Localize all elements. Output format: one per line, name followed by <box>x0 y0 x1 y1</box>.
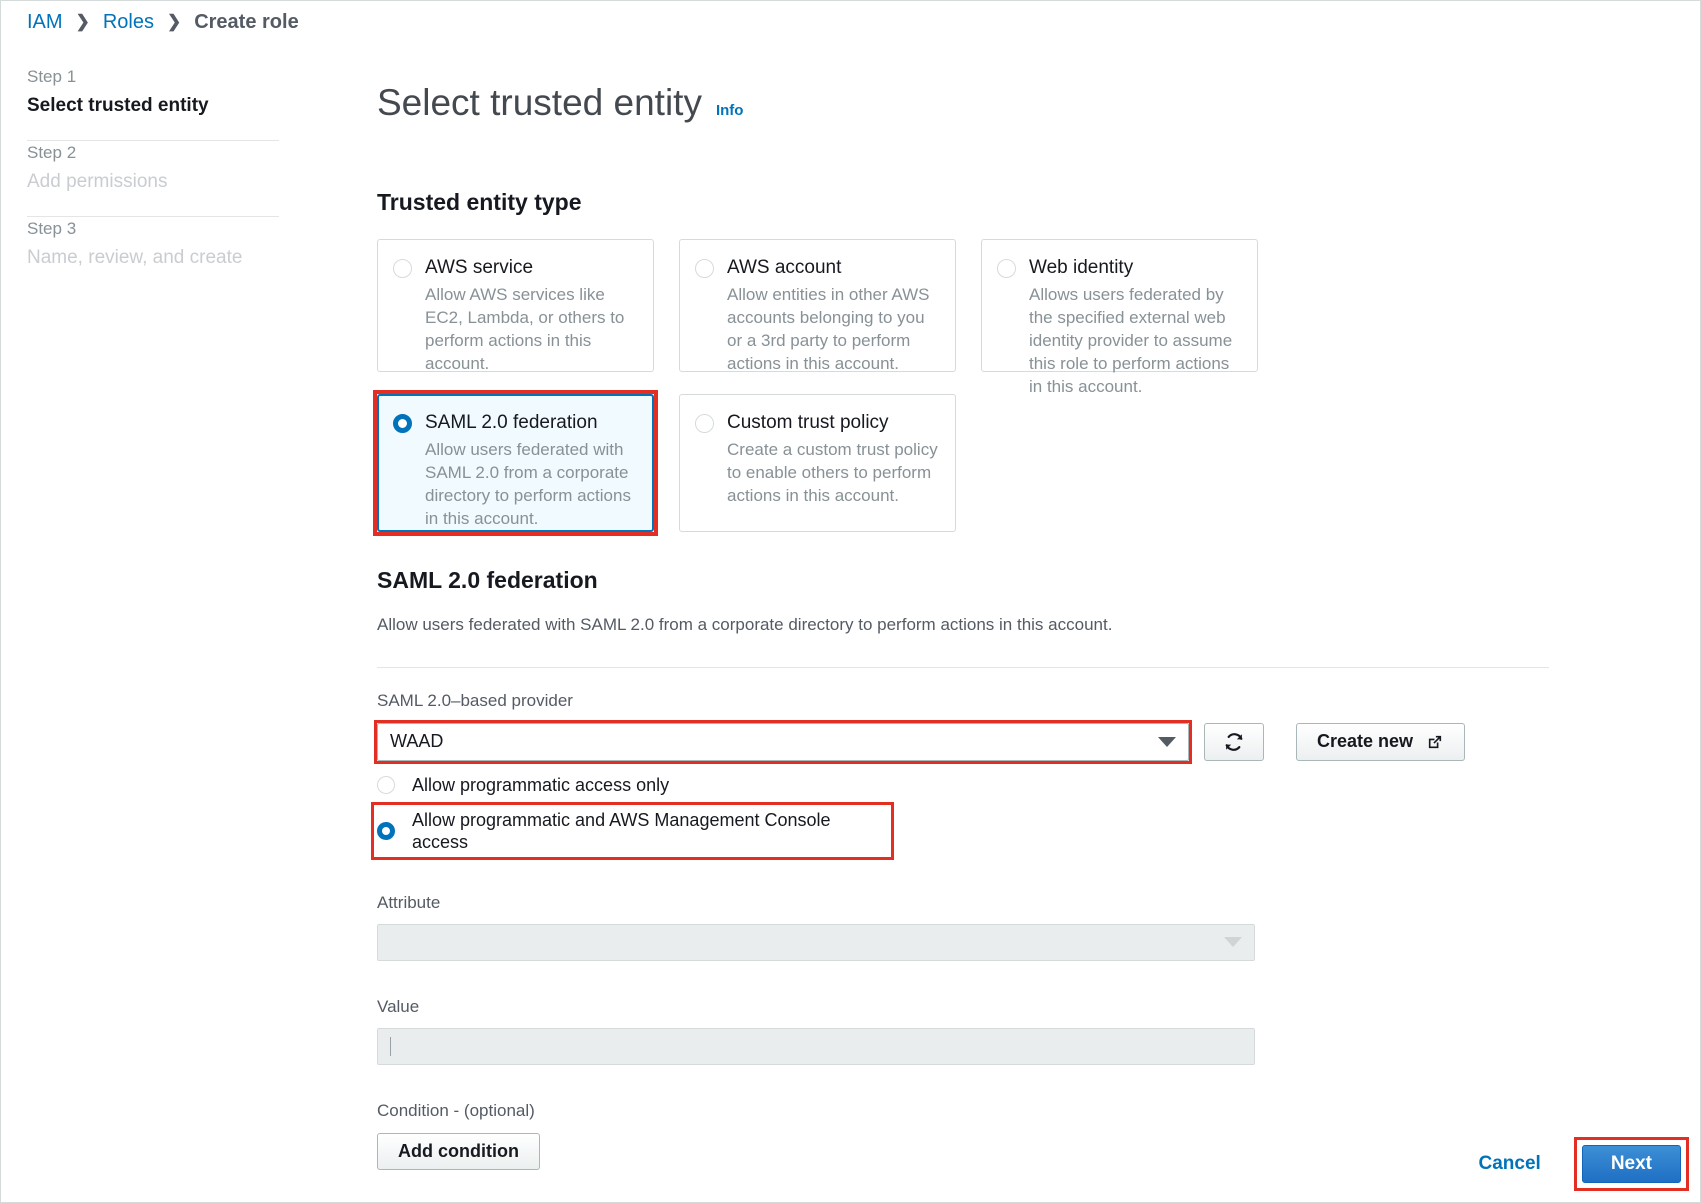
provider-row: WAAD Create new <box>374 719 1549 764</box>
provider-field: SAML 2.0–based provider WAAD Create new … <box>371 690 1549 860</box>
option-title: Custom trust policy <box>727 411 889 433</box>
external-link-icon <box>1428 735 1442 748</box>
step-3-number: Step 3 <box>27 219 77 238</box>
trusted-entity-type-options: AWS service Allow AWS services like EC2,… <box>373 238 1549 536</box>
option-aws-account[interactable]: AWS account Allow entities in other AWS … <box>679 238 956 375</box>
chevron-down-icon <box>1158 736 1176 747</box>
option-description: Create a custom trust policy to enable o… <box>727 439 938 505</box>
trusted-entity-type-heading: Trusted entity type <box>377 188 582 215</box>
wizard-step-2: Step 2 Add permissions <box>27 141 279 216</box>
access-option-programmatic-only[interactable]: Allow programmatic access only <box>377 774 1549 796</box>
value-label: Value <box>377 996 420 1016</box>
create-new-provider-button[interactable]: Create new <box>1296 722 1466 761</box>
chevron-down-icon <box>1224 937 1242 948</box>
access-option-label: Allow programmatic access only <box>412 774 670 795</box>
wizard-step-3: Step 3 Name, review, and create <box>27 217 279 292</box>
chevron-right-icon: ❯ <box>166 12 182 31</box>
radio-programmatic-only[interactable] <box>377 775 395 794</box>
access-option-label: Allow programmatic and AWS Management Co… <box>412 809 831 852</box>
add-condition-button[interactable]: Add condition <box>377 1132 540 1170</box>
option-description: Allow entities in other AWS accounts bel… <box>727 284 930 373</box>
info-link[interactable]: Info <box>716 102 744 119</box>
provider-select[interactable]: WAAD <box>377 722 1189 761</box>
saml-federation-heading: SAML 2.0 federation <box>377 566 598 593</box>
attribute-field: Attribute <box>377 892 1549 961</box>
condition-field: Condition - (optional) Add condition <box>377 1100 1549 1170</box>
tile-wrap-custom-trust-policy: Custom trust policy Create a custom trus… <box>679 393 956 532</box>
chevron-right-icon: ❯ <box>75 12 90 31</box>
option-web-identity[interactable]: Web identity Allows users federated by t… <box>981 238 1258 396</box>
breadcrumb-item-iam[interactable]: IAM <box>27 11 63 34</box>
radio-custom-trust-policy[interactable] <box>695 413 714 433</box>
provider-label: SAML 2.0–based provider <box>377 690 573 710</box>
page-title: Select trusted entity <box>377 81 702 123</box>
saml-federation-description: Allow users federated with SAML 2.0 from… <box>377 614 1113 634</box>
attribute-label: Attribute <box>377 892 441 912</box>
create-role-page: IAM ❯ Roles ❯ Create role Step 1 Select … <box>0 0 1701 1203</box>
value-input[interactable] <box>377 1027 1255 1065</box>
refresh-providers-button[interactable] <box>1204 722 1264 761</box>
wizard-steps: Step 1 Select trusted entity Step 2 Add … <box>27 65 279 292</box>
option-title: SAML 2.0 federation <box>425 411 598 433</box>
tile-text: AWS service Allow AWS services like EC2,… <box>425 256 637 375</box>
radio-programmatic-and-console[interactable] <box>377 821 395 840</box>
tile-text: Custom trust policy Create a custom trus… <box>727 411 939 507</box>
step-3-label: Name, review, and create <box>27 247 243 268</box>
option-aws-service[interactable]: AWS service Allow AWS services like EC2,… <box>377 238 654 375</box>
wizard-step-1[interactable]: Step 1 Select trusted entity <box>27 65 279 140</box>
attribute-select[interactable] <box>377 923 1255 961</box>
breadcrumb-item-roles[interactable]: Roles <box>103 11 154 34</box>
option-custom-trust-policy[interactable]: Custom trust policy Create a custom trus… <box>679 393 956 532</box>
option-title: AWS account <box>727 256 842 278</box>
tile-text: AWS account Allow entities in other AWS … <box>727 256 939 375</box>
provider-select-wrap: WAAD <box>374 719 1192 764</box>
value-field: Value <box>377 996 1549 1065</box>
option-saml-federation[interactable]: SAML 2.0 federation Allow users federate… <box>377 393 654 532</box>
step-1-label: Select trusted entity <box>27 95 209 116</box>
breadcrumb-item-create-role: Create role <box>194 11 299 33</box>
radio-aws-service[interactable] <box>393 258 412 278</box>
next-button[interactable]: Next <box>1581 1145 1681 1183</box>
page-title-row: Select trusted entity Info <box>377 55 1549 151</box>
option-description: Allow AWS services like EC2, Lambda, or … <box>425 284 625 373</box>
option-title: AWS service <box>425 256 534 278</box>
wizard-footer: Cancel Next <box>1459 1137 1690 1191</box>
cancel-button[interactable]: Cancel <box>1459 1153 1561 1175</box>
refresh-icon <box>1225 732 1243 751</box>
radio-aws-account[interactable] <box>695 258 714 278</box>
create-new-label: Create new <box>1317 731 1414 752</box>
main-content: Select trusted entity Info Trusted entit… <box>371 55 1549 1170</box>
radio-web-identity[interactable] <box>997 258 1016 278</box>
tile-text: Web identity Allows users federated by t… <box>1029 256 1241 398</box>
tile-wrap-saml-federation: SAML 2.0 federation Allow users federate… <box>373 389 658 536</box>
tile-wrap-aws-service: AWS service Allow AWS services like EC2,… <box>377 238 654 375</box>
next-button-highlight: Next <box>1573 1137 1690 1191</box>
tile-wrap-aws-account: AWS account Allow entities in other AWS … <box>679 238 956 375</box>
tile-wrap-web-identity: Web identity Allows users federated by t… <box>981 238 1258 396</box>
radio-saml-federation[interactable] <box>393 413 412 433</box>
access-option-programmatic-and-console[interactable]: Allow programmatic and AWS Management Co… <box>371 801 894 860</box>
provider-selected-value: WAAD <box>390 731 444 752</box>
condition-label: Condition - (optional) <box>377 1100 535 1120</box>
option-description: Allows users federated by the specified … <box>1029 284 1233 396</box>
option-description: Allow users federated with SAML 2.0 from… <box>425 439 631 528</box>
step-2-label: Add permissions <box>27 171 168 192</box>
section-divider <box>377 666 1549 668</box>
option-title: Web identity <box>1029 256 1134 278</box>
step-1-number: Step 1 <box>27 67 77 86</box>
step-2-number: Step 2 <box>27 143 77 162</box>
breadcrumb: IAM ❯ Roles ❯ Create role <box>27 11 299 34</box>
text-cursor <box>390 1036 391 1056</box>
tile-text: SAML 2.0 federation Allow users federate… <box>425 411 637 530</box>
